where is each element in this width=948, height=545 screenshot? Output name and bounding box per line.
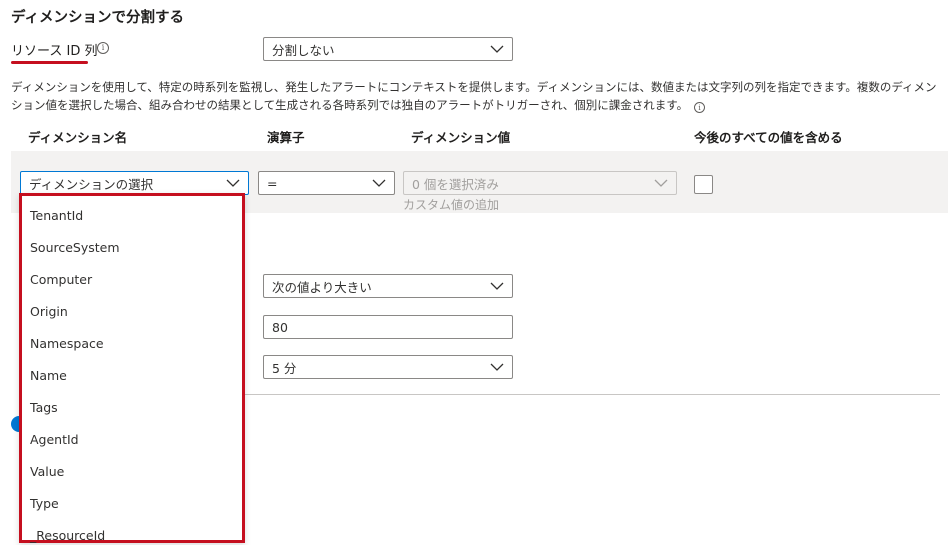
resource-id-column-label: リソース ID 列 — [11, 44, 98, 59]
dimension-name-dropdown[interactable]: ディメンションの選択 — [20, 171, 249, 195]
chevron-down-icon — [218, 172, 248, 194]
dimension-option[interactable]: AgentId — [22, 423, 242, 455]
threshold-input[interactable]: 80 — [263, 315, 513, 339]
include-future-values-checkbox[interactable] — [694, 175, 713, 194]
dimension-name-options-menu: TenantId SourceSystem Computer Origin Namesp… — [19, 193, 245, 543]
dimension-option[interactable]: Origin — [22, 295, 242, 327]
granularity-value: 5 分 — [272, 360, 297, 376]
chevron-down-icon — [482, 275, 512, 297]
operator-dropdown-value: = — [267, 175, 278, 191]
custom-value-add-link[interactable]: カスタム値の追加 — [403, 196, 499, 213]
operator-dropdown[interactable]: = — [258, 171, 395, 195]
chevron-down-icon — [646, 172, 676, 194]
resource-id-underline-annotation — [11, 61, 88, 64]
dimension-option[interactable]: TenantId — [22, 199, 242, 231]
dimension-name-dropdown-value: ディメンションの選択 — [29, 176, 154, 192]
column-header-dimension-name: ディメンション名 — [28, 130, 128, 145]
dimension-option[interactable]: Value — [22, 455, 242, 487]
column-header-operator: 演算子 — [267, 130, 305, 145]
dimension-option[interactable]: Tags — [22, 391, 242, 423]
section-title: ディメンションで分割する — [11, 10, 184, 26]
chevron-down-icon — [364, 172, 394, 194]
resource-id-dropdown[interactable]: 分割しない — [263, 37, 513, 61]
resource-id-dropdown-value: 分割しない — [272, 42, 335, 58]
chevron-down-icon — [482, 356, 512, 378]
dimension-values-placeholder: 0 個を選択済み — [412, 176, 499, 192]
dimension-description: ディメンションを使用して、特定の時系列を監視し、発生したアラートにコンテキストを… — [11, 78, 941, 114]
dimension-values-dropdown[interactable]: 0 個を選択済み — [403, 171, 677, 195]
dimension-option[interactable]: SourceSystem — [22, 231, 242, 263]
dimension-option[interactable]: Name — [22, 359, 242, 391]
granularity-dropdown[interactable]: 5 分 — [263, 355, 513, 379]
chevron-down-icon — [482, 38, 512, 60]
dimension-option[interactable]: Computer — [22, 263, 242, 295]
dimension-option[interactable]: Namespace — [22, 327, 242, 359]
alert-operator-dropdown[interactable]: 次の値より大きい — [263, 274, 513, 298]
dimension-options-list: TenantId SourceSystem Computer Origin Namesp… — [22, 196, 242, 545]
dimension-option[interactable]: Type — [22, 487, 242, 519]
section-divider — [245, 394, 940, 395]
info-icon[interactable]: i — [694, 102, 706, 114]
dimension-option[interactable]: _ResourceId — [22, 519, 242, 545]
column-header-dimension-values: ディメンション値 — [411, 130, 511, 145]
info-icon[interactable]: i — [97, 42, 109, 54]
column-header-include-future: 今後のすべての値を含める — [694, 130, 843, 145]
alert-operator-value: 次の値より大きい — [272, 279, 372, 295]
dimension-description-text: ディメンションを使用して、特定の時系列を監視し、発生したアラートにコンテキストを… — [11, 80, 937, 112]
